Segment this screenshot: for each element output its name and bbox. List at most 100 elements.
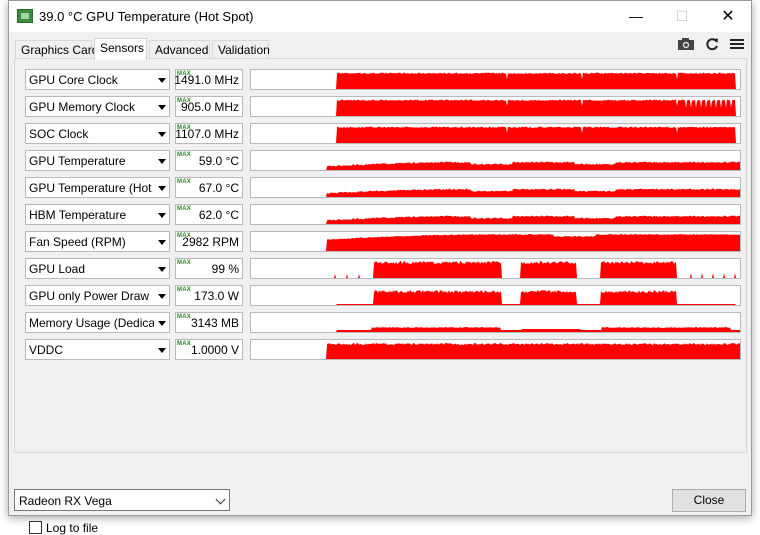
sensor-trace	[251, 343, 740, 359]
sensor-trace	[251, 188, 740, 197]
menu-icon[interactable]	[726, 35, 748, 53]
sensor-trace	[251, 99, 740, 116]
dropdown-arrow-icon	[158, 213, 166, 218]
max-indicator: MAX	[177, 206, 191, 212]
sensor-row: GPU only Power Draw MAX 173.0 W	[15, 285, 748, 306]
sensor-graph	[250, 258, 741, 279]
sensors-panel: GPU Core Clock MAX 1491.0 MHz GPU Memory Cl…	[14, 58, 748, 535]
sensor-graph	[250, 123, 741, 144]
sensor-name-dropdown[interactable]: Memory Usage (Dedicated)	[25, 312, 170, 333]
sensor-graph	[250, 150, 741, 171]
dropdown-arrow-icon	[158, 78, 166, 83]
sensor-name-dropdown[interactable]: GPU Core Clock	[25, 69, 170, 90]
dropdown-arrow-icon	[158, 132, 166, 137]
sensor-value: 905.0 MHz	[180, 100, 239, 114]
sensor-value: 99 %	[211, 262, 239, 276]
sensor-name-dropdown[interactable]: GPU Temperature	[25, 150, 170, 171]
sensor-name: GPU Core Clock	[29, 73, 118, 87]
sensor-value: 62.0 °C	[198, 208, 239, 222]
max-indicator: MAX	[177, 179, 191, 185]
refresh-icon[interactable]	[701, 35, 723, 53]
sensor-name: Fan Speed (RPM)	[29, 235, 126, 249]
sensor-row: GPU Temperature (Hot Spot) MAX 67.0 °C	[15, 177, 748, 198]
sensor-graph	[250, 204, 741, 225]
sensor-row: GPU Load MAX 99 %	[15, 258, 748, 279]
dropdown-arrow-icon	[158, 294, 166, 299]
sensor-graph	[250, 339, 741, 360]
sensor-trace	[251, 327, 740, 332]
sensor-trace	[251, 161, 740, 170]
sensor-name-dropdown[interactable]: VDDC	[25, 339, 170, 360]
sensor-graph	[250, 96, 741, 117]
sensor-value: 67.0 °C	[198, 181, 239, 195]
sensor-name: VDDC	[29, 343, 64, 357]
sensor-name-dropdown[interactable]: GPU Memory Clock	[25, 96, 170, 117]
sensor-row: VDDC MAX 1.0000 V	[15, 339, 748, 360]
sensor-row: GPU Temperature MAX 59.0 °C	[15, 150, 748, 171]
sensor-name-dropdown[interactable]: GPU Temperature (Hot Spot)	[25, 177, 170, 198]
sensor-value: 173.0 W	[194, 289, 239, 303]
sensor-value: 1.0000 V	[190, 343, 239, 357]
gpu-selector[interactable]: Radeon RX Vega	[14, 489, 230, 511]
log-to-file-label[interactable]: Log to file	[46, 521, 98, 535]
sensor-row: HBM Temperature MAX 62.0 °C	[15, 204, 748, 225]
app-icon	[17, 9, 33, 23]
sensor-name-dropdown[interactable]: HBM Temperature	[25, 204, 170, 225]
tab-advanced[interactable]: Advanced	[149, 40, 210, 59]
window-title: 39.0 °C GPU Temperature (Hot Spot)	[39, 9, 254, 24]
sensor-trace	[251, 290, 740, 305]
tab-sensors[interactable]: Sensors	[94, 38, 147, 60]
close-button[interactable]: Close	[672, 489, 746, 512]
max-indicator: MAX	[177, 341, 191, 347]
sensor-value-box: MAX 59.0 °C	[175, 150, 243, 171]
sensor-name: GPU Load	[29, 262, 86, 276]
tab-validation[interactable]: Validation	[212, 40, 270, 59]
sensor-trace	[251, 215, 740, 224]
sensor-name-dropdown[interactable]: GPU only Power Draw	[25, 285, 170, 306]
sensor-name: Memory Usage (Dedicated)	[29, 316, 154, 330]
sensor-graph	[250, 177, 741, 198]
sensor-value: 2982 RPM	[182, 235, 239, 249]
sensor-value: 1107.0 MHz	[175, 127, 239, 141]
sensor-value-box: MAX 3143 MB	[175, 312, 243, 333]
sensor-graph	[250, 69, 741, 90]
close-window-button[interactable]: ✕	[705, 1, 751, 32]
tab-graphics-card[interactable]: Graphics Card	[15, 40, 98, 59]
sensor-row: GPU Memory Clock MAX 905.0 MHz	[15, 96, 748, 117]
dropdown-arrow-icon	[158, 186, 166, 191]
sensor-value: 59.0 °C	[198, 154, 239, 168]
dropdown-arrow-icon	[158, 105, 166, 110]
sensor-value-box: MAX 905.0 MHz	[175, 96, 243, 117]
sensor-value: 3143 MB	[190, 316, 239, 330]
gpu-selector-value: Radeon RX Vega	[19, 494, 112, 508]
title-bar[interactable]: 39.0 °C GPU Temperature (Hot Spot) — ☐ ✕	[9, 1, 751, 32]
sensor-value-box: MAX 173.0 W	[175, 285, 243, 306]
camera-icon[interactable]	[675, 35, 697, 53]
max-indicator: MAX	[177, 287, 191, 293]
sensor-value-box: MAX 67.0 °C	[175, 177, 243, 198]
sensor-name: GPU Temperature (Hot Spot)	[29, 181, 154, 195]
maximize-button[interactable]: ☐	[659, 1, 705, 32]
sensor-value-box: MAX 2982 RPM	[175, 231, 243, 252]
minimize-button[interactable]: —	[613, 1, 659, 32]
sensor-graph	[250, 231, 741, 252]
sensor-trace	[251, 261, 740, 278]
sensor-name: SOC Clock	[29, 127, 89, 141]
sensor-trace	[251, 126, 740, 143]
sensor-name-dropdown[interactable]: SOC Clock	[25, 123, 170, 144]
sensor-value: 1491.0 MHz	[174, 73, 239, 87]
sensor-graph	[250, 312, 741, 333]
sensor-name: GPU Temperature	[29, 154, 126, 168]
sensor-name: GPU only Power Draw	[29, 289, 150, 303]
sensor-value-box: MAX 1.0000 V	[175, 339, 243, 360]
sensor-value-box: MAX 1107.0 MHz	[175, 123, 243, 144]
sensor-name-dropdown[interactable]: Fan Speed (RPM)	[25, 231, 170, 252]
dropdown-arrow-icon	[158, 321, 166, 326]
max-indicator: MAX	[177, 152, 191, 158]
sensor-row: SOC Clock MAX 1107.0 MHz	[15, 123, 748, 144]
sensor-name: HBM Temperature	[29, 208, 127, 222]
sensor-name: GPU Memory Clock	[29, 100, 136, 114]
sensor-value-box: MAX 99 %	[175, 258, 243, 279]
sensor-name-dropdown[interactable]: GPU Load	[25, 258, 170, 279]
sensor-value-box: MAX 62.0 °C	[175, 204, 243, 225]
